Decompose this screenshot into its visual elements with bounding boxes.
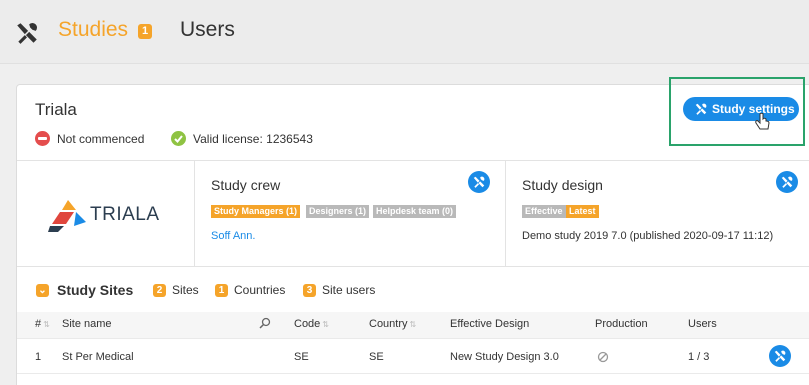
column-users[interactable]: Users xyxy=(688,318,717,330)
site-settings-button[interactable] xyxy=(769,345,791,367)
study-title: Triala xyxy=(35,100,77,119)
row-code: SE xyxy=(294,351,309,363)
tools-icon xyxy=(774,350,786,362)
not-commenced-icon xyxy=(35,131,50,146)
countries-label: Countries xyxy=(234,283,286,297)
row-country: SE xyxy=(369,351,384,363)
studies-count-badge: 1 xyxy=(138,24,153,39)
production-disabled-icon xyxy=(597,351,609,363)
crew-tag-managers[interactable]: Study Managers (1) xyxy=(211,205,301,218)
design-description: Demo study 2019 7.0 (published 2020-09-1… xyxy=(522,230,774,242)
column-number[interactable]: # ⇅ xyxy=(35,318,50,330)
study-sites-title: Study Sites xyxy=(57,282,134,298)
study-settings-button[interactable]: Study settings xyxy=(683,97,799,121)
top-navigation-bar: Studies 1 Users xyxy=(0,0,809,64)
license-text: Valid license: 1236543 xyxy=(193,132,313,146)
column-site-name[interactable]: Site name xyxy=(62,318,112,330)
study-design-title: Study design xyxy=(522,177,603,193)
column-production[interactable]: Production xyxy=(595,318,648,330)
hand-cursor-icon xyxy=(755,113,770,130)
collapse-toggle-icon[interactable]: ⌄ xyxy=(36,284,49,297)
tools-icon xyxy=(17,22,38,44)
study-card: Triala Not commenced Valid license: 1236… xyxy=(16,77,809,385)
column-country[interactable]: Country ⇅ xyxy=(369,318,416,330)
tools-icon xyxy=(781,176,793,188)
row-site-name[interactable]: St Per Medical xyxy=(62,351,134,363)
search-icon[interactable] xyxy=(259,317,271,329)
site-users-count-badge: 3 xyxy=(303,284,316,297)
tools-icon xyxy=(473,176,485,188)
design-tag-latest: Latest xyxy=(566,205,599,218)
sort-icon: ⇅ xyxy=(322,320,329,329)
sort-icon: ⇅ xyxy=(43,320,50,329)
column-effective-design[interactable]: Effective Design xyxy=(450,318,529,330)
sites-label: Sites xyxy=(172,283,199,297)
row-users: 1 / 3 xyxy=(688,351,710,363)
column-code[interactable]: Code ⇅ xyxy=(294,318,329,330)
triala-logo-icon xyxy=(48,200,86,232)
study-design-settings-button[interactable] xyxy=(776,171,798,193)
design-tag-effective: Effective xyxy=(522,205,566,218)
check-icon xyxy=(171,131,186,146)
countries-count-badge: 1 xyxy=(215,284,228,297)
divider xyxy=(17,266,809,267)
study-status-text: Not commenced xyxy=(57,132,145,146)
nav-users-link[interactable]: Users xyxy=(180,18,235,42)
crew-tag-designers[interactable]: Designers (1) xyxy=(306,205,370,218)
study-settings-label: Study settings xyxy=(712,102,795,116)
divider xyxy=(17,160,809,161)
study-crew-title: Study crew xyxy=(211,177,281,193)
crew-tag-helpdesk[interactable]: Helpdesk team (0) xyxy=(373,205,457,218)
nav-studies-link[interactable]: Studies xyxy=(58,18,128,42)
crew-member-link[interactable]: Soff Ann. xyxy=(211,230,255,242)
tools-icon xyxy=(695,103,707,115)
logo-text: TRIALA xyxy=(90,204,160,225)
sort-icon: ⇅ xyxy=(409,320,417,329)
divider xyxy=(505,160,506,266)
study-crew-settings-button[interactable] xyxy=(468,171,490,193)
sites-count-badge: 2 xyxy=(153,284,166,297)
row-effective-design: New Study Design 3.0 xyxy=(450,351,559,363)
site-users-label: Site users xyxy=(322,283,376,297)
divider xyxy=(194,160,195,266)
row-number: 1 xyxy=(35,351,42,363)
